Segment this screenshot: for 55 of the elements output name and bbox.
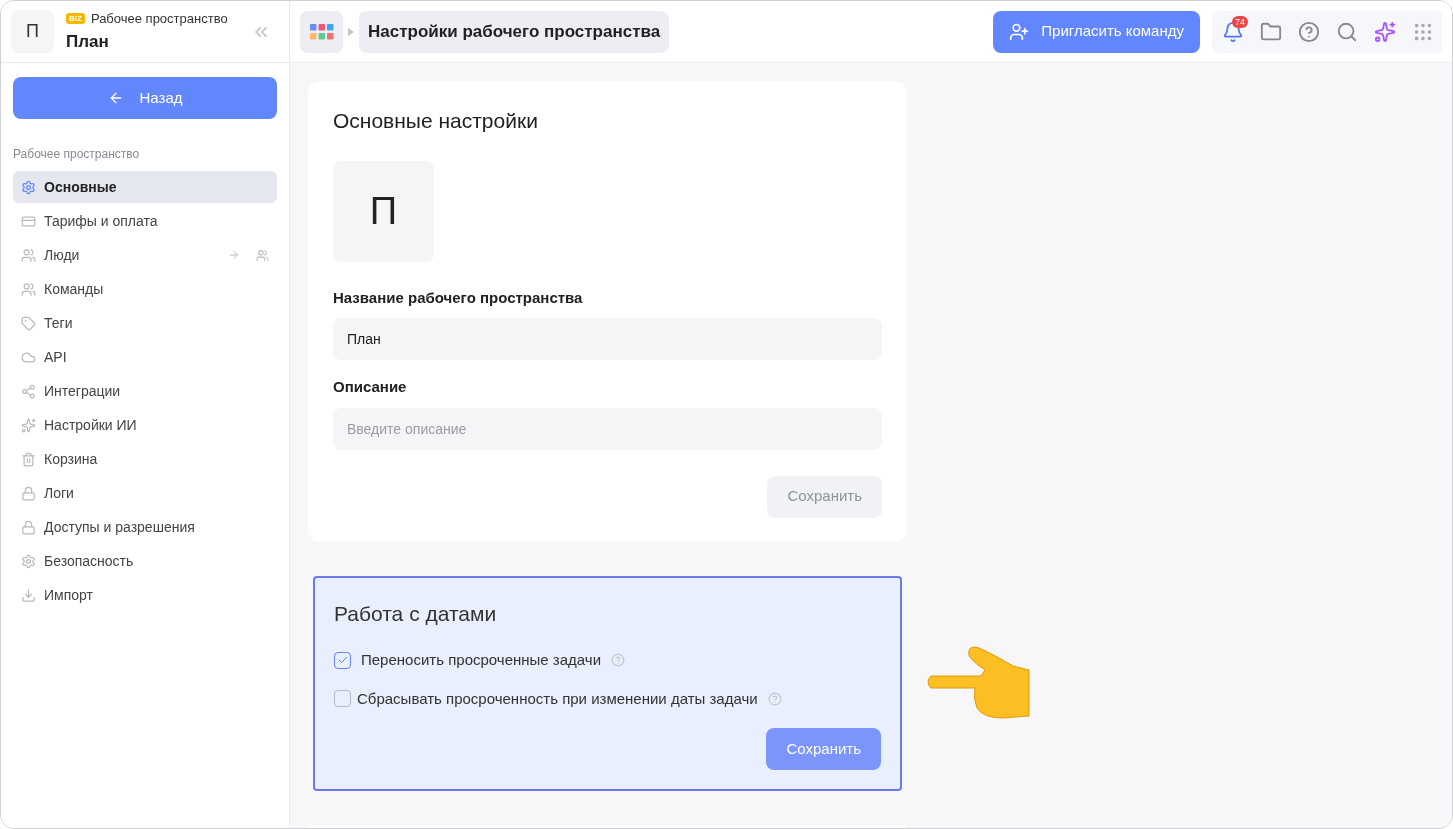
workspace-avatar: П xyxy=(11,10,54,53)
sidebar-item[interactable]: Импорт xyxy=(13,579,277,611)
option-label: Сбрасывать просроченность при изменении даты задачи xyxy=(357,688,758,709)
menu-icon xyxy=(21,451,36,467)
plan-badge: BIZ xyxy=(66,13,85,25)
menu-icon xyxy=(21,315,36,331)
sidebar-item[interactable]: Команды xyxy=(13,273,277,305)
field-label: Описание xyxy=(333,377,408,397)
menu-icon xyxy=(21,349,36,365)
sidebar-item[interactable]: Теги xyxy=(13,307,277,339)
description-field[interactable]: Введите описание xyxy=(333,407,882,450)
bell-icon[interactable] xyxy=(1222,20,1244,43)
workspace-name: План xyxy=(66,30,110,53)
add-user-icon xyxy=(1009,21,1030,42)
menu-icon xyxy=(21,213,36,229)
menu-icon xyxy=(21,519,36,535)
apps-grid-icon xyxy=(309,23,334,40)
notification-count: 74 xyxy=(1232,15,1248,28)
card-title: Основные настройки xyxy=(333,108,539,134)
search-icon[interactable] xyxy=(1336,20,1358,43)
menu-icon xyxy=(21,281,36,297)
sidebar-item[interactable]: Люди xyxy=(13,239,277,271)
checkbox[interactable] xyxy=(334,651,351,669)
breadcrumb-title: Настройки рабочего пространства xyxy=(359,10,670,53)
sidebar-item[interactable]: Настройки ИИ xyxy=(13,409,277,441)
group-icon xyxy=(256,248,269,262)
sidebar-item[interactable]: Основные xyxy=(13,171,277,203)
sparkles-icon[interactable] xyxy=(1374,20,1396,43)
menu-icon xyxy=(21,417,36,433)
workspace-label: Рабочее пространство xyxy=(90,10,228,28)
workspace-logo: П xyxy=(333,160,434,262)
field-label: Название рабочего пространства xyxy=(333,287,584,308)
sidebar-item[interactable]: Интеграции xyxy=(13,375,277,407)
menu-icon xyxy=(21,485,36,501)
sidebar-item[interactable]: Тарифы и оплата xyxy=(13,205,277,237)
sidebar-item[interactable]: Безопасность xyxy=(13,545,277,577)
menu-icon xyxy=(21,179,36,195)
checkbox[interactable] xyxy=(334,690,351,708)
menu-icon xyxy=(21,587,36,603)
option-label: Переносить просроченные задачи xyxy=(361,650,602,670)
name-field[interactable]: План xyxy=(333,318,882,360)
menu-icon xyxy=(21,247,36,263)
card-title: Работа с датами xyxy=(334,600,498,627)
arrow-icon xyxy=(228,249,240,261)
sidebar-item[interactable]: API xyxy=(13,341,277,373)
sidebar-section-title: Рабочее пространство xyxy=(13,146,141,163)
help-icon[interactable] xyxy=(1298,20,1320,43)
sidebar-item[interactable]: Корзина xyxy=(13,443,277,475)
sidebar-item[interactable]: Логи xyxy=(13,477,277,509)
breadcrumb-caret-icon xyxy=(348,27,354,36)
menu-icon xyxy=(21,553,36,569)
folder-icon[interactable] xyxy=(1260,20,1282,43)
apps-button[interactable] xyxy=(300,10,343,53)
sidebar-item[interactable]: Доступы и разрешения xyxy=(13,511,277,543)
menu-icon xyxy=(21,383,36,399)
